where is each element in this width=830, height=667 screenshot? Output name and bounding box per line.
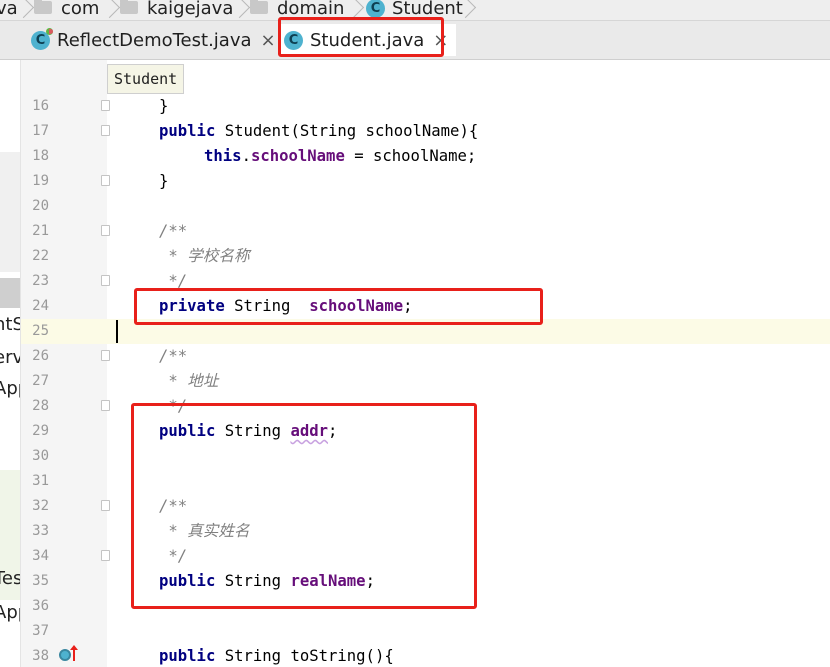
line-number: 29 <box>32 423 49 439</box>
line-number: 28 <box>32 398 49 414</box>
breadcrumb-label: Student <box>392 0 463 19</box>
fold-marker-icon[interactable] <box>101 175 110 186</box>
code-line[interactable]: 26 /** <box>21 344 830 369</box>
tab-reflectdemotest[interactable]: C ReflectDemoTest.java × <box>31 24 276 56</box>
line-number: 30 <box>32 448 49 464</box>
panel-item[interactable]: ntS <box>0 314 20 335</box>
editor-tab-bar: C ReflectDemoTest.java × C Student.java … <box>0 17 830 60</box>
line-number: 27 <box>32 373 49 389</box>
line-number: 25 <box>32 323 49 339</box>
breadcrumb-separator <box>464 0 474 20</box>
line-number: 37 <box>32 623 49 639</box>
fold-marker-icon[interactable] <box>101 100 110 111</box>
panel-item[interactable]: Tes <box>0 568 20 589</box>
close-icon[interactable]: × <box>261 30 276 51</box>
breadcrumb-label: kaigejava <box>147 0 234 19</box>
code-line[interactable]: 38 public String toString(){ <box>21 644 830 667</box>
fold-marker-icon[interactable] <box>101 275 110 286</box>
line-number: 16 <box>32 98 49 114</box>
override-marker-icon[interactable] <box>59 649 71 661</box>
line-number: 18 <box>32 148 49 164</box>
code-line[interactable]: 18 this.schoolName = schoolName; <box>21 144 830 169</box>
line-number: 17 <box>32 123 49 139</box>
override-arrow-icon[interactable] <box>70 645 78 661</box>
code-line[interactable]: 20 <box>21 194 830 219</box>
folder-icon <box>120 0 138 14</box>
code-text: public Student(String schoolName){ <box>159 122 479 140</box>
code-line[interactable]: 19 } <box>21 169 830 194</box>
code-text: * 地址 <box>159 372 219 390</box>
line-number: 35 <box>32 573 49 589</box>
code-line[interactable]: 17 public Student(String schoolName){ <box>21 119 830 144</box>
code-text: /** <box>159 222 188 240</box>
code-text: /** <box>159 347 188 365</box>
code-text: * 学校名称 <box>159 247 250 265</box>
line-number: 19 <box>32 173 49 189</box>
line-number: 33 <box>32 523 49 539</box>
panel-item[interactable]: erv <box>0 347 20 368</box>
fold-marker-icon[interactable] <box>101 225 110 236</box>
tab-label: ReflectDemoTest.java <box>57 29 252 51</box>
code-text: public String toString(){ <box>159 647 394 665</box>
fold-marker-icon[interactable] <box>101 350 110 361</box>
code-text: } <box>159 97 169 115</box>
folder-icon <box>250 0 268 14</box>
breadcrumb-popup[interactable]: Student <box>107 64 185 94</box>
line-number: 23 <box>32 273 49 289</box>
breadcrumb-label: com <box>61 0 100 19</box>
line-number: 34 <box>32 548 49 564</box>
line-number: 36 <box>32 598 49 614</box>
code-line[interactable]: 21 /** <box>21 219 830 244</box>
line-number: 38 <box>32 648 49 664</box>
panel-item[interactable]: App <box>0 378 20 399</box>
line-number: 22 <box>32 248 49 264</box>
run-badge-icon <box>46 27 53 35</box>
fold-marker-icon[interactable] <box>101 550 110 561</box>
project-panel-edge: ← ntS erv App Tes App <box>0 60 21 667</box>
class-icon: C <box>366 0 385 18</box>
code-text: } <box>159 172 169 190</box>
highlight-box-addr-realname <box>131 403 477 609</box>
breadcrumb-item-com[interactable]: com <box>34 0 99 20</box>
code-line[interactable]: 27 * 地址 <box>21 369 830 394</box>
panel-item[interactable]: App <box>0 602 20 623</box>
breadcrumb-separator <box>238 0 248 20</box>
fold-marker-icon[interactable] <box>101 125 110 136</box>
fold-marker-icon[interactable] <box>101 400 110 411</box>
code-editor[interactable]: 16 } 17 public Student(String schoolName… <box>21 60 830 667</box>
text-caret <box>116 320 118 343</box>
class-icon: C <box>31 27 53 50</box>
line-number: 26 <box>32 348 49 364</box>
breadcrumb-separator <box>22 0 32 20</box>
folder-icon <box>34 0 52 14</box>
panel-selected-row[interactable] <box>0 278 20 308</box>
panel-region <box>0 152 20 272</box>
highlight-box-tab <box>278 17 444 57</box>
code-text: this.schoolName = schoolName; <box>204 147 477 165</box>
code-line[interactable]: 16 } <box>21 94 830 119</box>
line-number: 20 <box>32 198 49 214</box>
highlight-box-schoolname <box>134 288 543 325</box>
line-number: 24 <box>32 298 49 314</box>
code-line[interactable]: 22 * 学校名称 <box>21 244 830 269</box>
line-number: 32 <box>32 498 49 514</box>
breadcrumb-separator <box>108 0 118 20</box>
code-line[interactable]: 37 <box>21 619 830 644</box>
line-number: 31 <box>32 473 49 489</box>
line-number: 21 <box>32 223 49 239</box>
breadcrumb-item-kaigejava[interactable]: kaigejava <box>120 0 233 20</box>
breadcrumb-label: domain <box>277 0 345 19</box>
fold-marker-icon[interactable] <box>101 500 110 511</box>
